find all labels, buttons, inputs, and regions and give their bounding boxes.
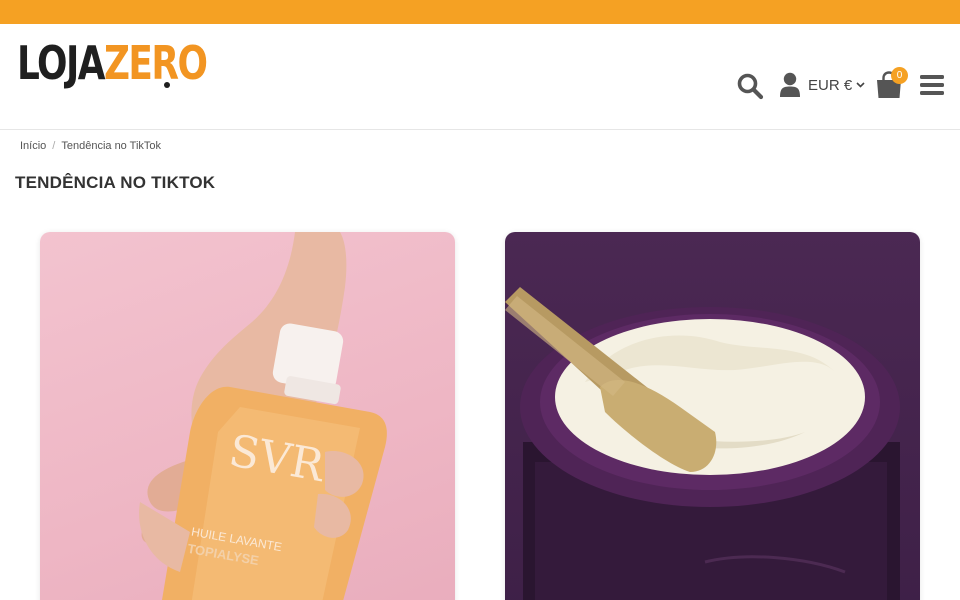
site-logo[interactable]: LOJA ZERO <box>17 36 208 90</box>
cart-count-badge: 0 <box>891 67 908 84</box>
user-icon[interactable] <box>776 70 804 100</box>
product-image-svr-oil: SVR HUILE LAVANTE TOPIALYSE <box>139 232 387 600</box>
currency-label: EUR € <box>808 76 853 94</box>
menu-icon[interactable] <box>918 72 946 98</box>
promo-top-bar <box>0 0 960 24</box>
breadcrumb: Início / Tendência no TikTok <box>20 140 161 152</box>
search-icon[interactable] <box>734 70 766 102</box>
breadcrumb-separator: / <box>52 140 56 152</box>
logo-text-loja: LOJA <box>17 36 106 90</box>
logo-text-zero: ZERO <box>103 36 208 90</box>
page-title: TENDÊNCIA NO TIKTOK <box>15 173 216 192</box>
chevron-down-icon <box>856 80 865 91</box>
product-card-svr-topialyse[interactable]: SVR HUILE LAVANTE TOPIALYSE <box>40 232 455 600</box>
logo-dot <box>164 82 170 88</box>
currency-selector[interactable]: EUR € <box>808 75 865 95</box>
product-image-cream-jar <box>505 287 900 600</box>
breadcrumb-current: Tendência no TikTok <box>61 140 162 152</box>
product-card-cream-jar[interactable] <box>505 232 920 600</box>
breadcrumb-home-link[interactable]: Início <box>20 140 46 152</box>
